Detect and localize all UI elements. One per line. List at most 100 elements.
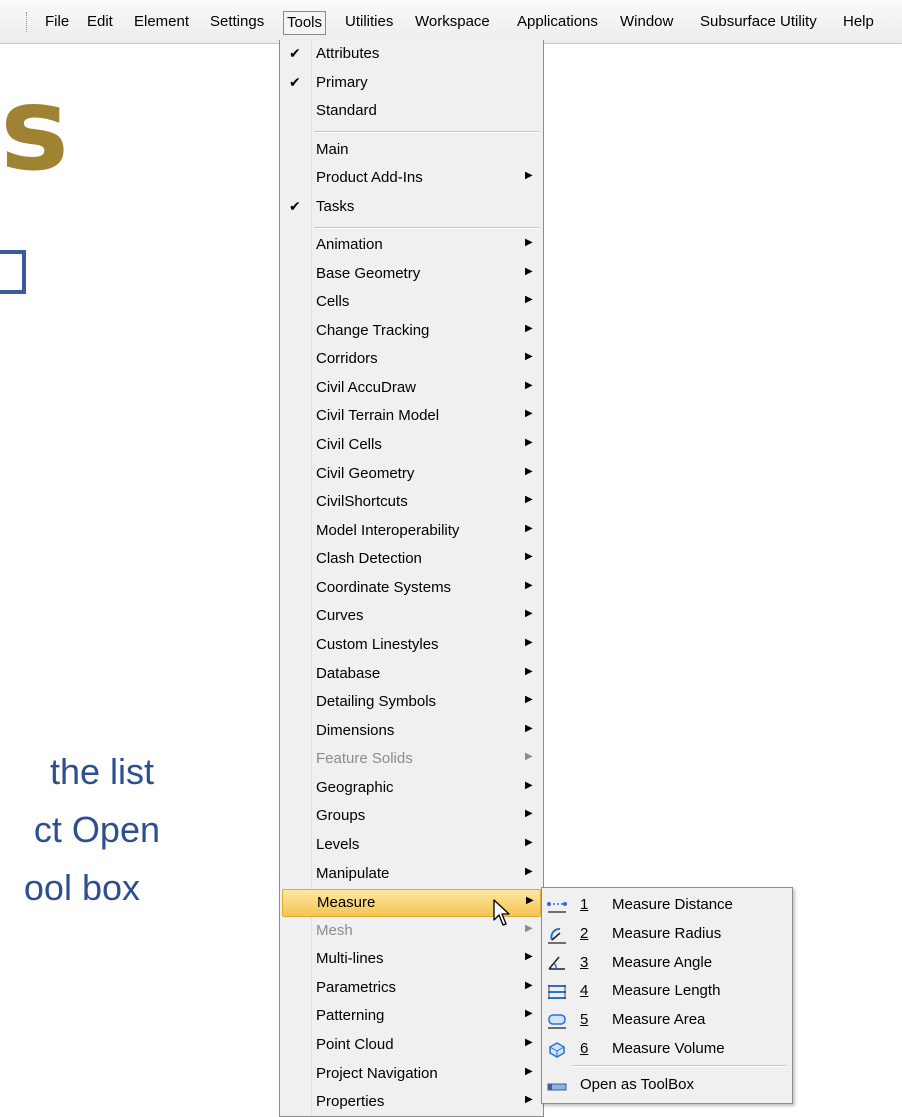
menu-item-label: Groups <box>316 807 366 825</box>
menu-item-civilshortcuts[interactable]: CivilShortcuts ▶ <box>282 489 541 517</box>
menu-item-label: Manipulate <box>316 864 390 882</box>
submenu-arrow-icon: ▶ <box>525 579 533 591</box>
menu-utilities[interactable]: Utilities <box>342 12 396 34</box>
menu-item-standard[interactable]: Standard <box>282 98 541 126</box>
menu-item-civil-accudraw[interactable]: Civil AccuDraw ▶ <box>282 375 541 403</box>
menu-item-civil-terrain-model[interactable]: Civil Terrain Model ▶ <box>282 403 541 431</box>
menu-item-product-add-ins[interactable]: Product Add-Ins ▶ <box>282 165 541 193</box>
menu-item-label: Model Interoperability <box>316 521 460 539</box>
menu-item-corridors[interactable]: Corridors ▶ <box>282 346 541 374</box>
menu-item-label: Patterning <box>316 1007 385 1025</box>
menu-item-custom-linestyles[interactable]: Custom Linestyles ▶ <box>282 632 541 660</box>
submenu-item-open-as-toolbox[interactable]: Open as ToolBox <box>544 1072 790 1100</box>
menu-item-label: Primary <box>316 74 368 91</box>
shortcut-number: 5 <box>580 1011 589 1028</box>
menu-item-label: Coordinate Systems <box>316 578 452 596</box>
menu-item-base-geometry[interactable]: Base Geometry ▶ <box>282 261 541 289</box>
menu-workspace[interactable]: Workspace <box>412 12 493 34</box>
submenu-arrow-icon: ▶ <box>525 237 533 248</box>
measure-length-icon <box>548 985 566 999</box>
menu-item-tasks[interactable]: ✔ Tasks <box>282 194 541 222</box>
check-icon: ✔ <box>289 45 301 61</box>
menu-item-project-navigation[interactable]: Project Navigation ▶ <box>282 1061 541 1089</box>
submenu-item-measure-volume[interactable]: 6 Measure Volume <box>544 1036 790 1064</box>
menu-item-clash-detection[interactable]: Clash Detection ▶ <box>282 546 541 574</box>
menu-item-database[interactable]: Database ▶ <box>282 661 541 689</box>
menu-item-change-tracking[interactable]: Change Tracking ▶ <box>282 318 541 346</box>
menu-item-detailing-symbols[interactable]: Detailing Symbols ▶ <box>282 689 541 717</box>
submenu-item-measure-area[interactable]: 5 Measure Area <box>544 1007 790 1035</box>
shortcut-number: 3 <box>580 954 589 971</box>
menu-item-main[interactable]: Main <box>282 137 541 165</box>
menubar-grip[interactable] <box>26 12 29 32</box>
submenu-item-label: Measure Distance <box>612 896 733 913</box>
menu-item-label: Animation <box>316 236 383 253</box>
submenu-arrow-icon: ▶ <box>525 522 533 534</box>
menu-item-parametrics[interactable]: Parametrics ▶ <box>282 975 541 1003</box>
menu-item-dimensions[interactable]: Dimensions ▶ <box>282 718 541 746</box>
menu-edit[interactable]: Edit <box>84 12 116 34</box>
menu-tools[interactable]: Tools <box>283 11 327 35</box>
toolbox-icon <box>547 1083 567 1091</box>
menu-window[interactable]: Window <box>617 12 676 34</box>
submenu-arrow-icon: ▶ <box>525 951 533 963</box>
menu-item-levels[interactable]: Levels ▶ <box>282 832 541 860</box>
menu-subsurface-utility[interactable]: Subsurface Utility <box>697 12 820 34</box>
menu-item-label: Database <box>316 664 381 682</box>
menu-item-civil-cells[interactable]: Civil Cells ▶ <box>282 432 541 460</box>
check-icon: ✔ <box>289 74 301 90</box>
submenu-arrow-icon: ▶ <box>525 636 533 648</box>
menu-item-multi-lines[interactable]: Multi-lines ▶ <box>282 946 541 974</box>
submenu-item-measure-length[interactable]: 4 Measure Length <box>544 978 790 1006</box>
menu-file[interactable]: File <box>42 12 72 34</box>
tools-dropdown-menu: ✔ Attributes ✔ Primary Standard Main Produ… <box>279 40 544 1117</box>
menu-item-label: Civil Terrain Model <box>316 407 440 425</box>
submenu-arrow-icon: ▶ <box>525 808 533 820</box>
submenu-item-measure-radius[interactable]: 2 Measure Radius <box>544 921 790 949</box>
menu-item-label: Feature Solids <box>316 750 413 768</box>
submenu-arrow-icon: ▶ <box>525 979 533 991</box>
menu-item-label: Base Geometry <box>316 264 421 282</box>
menu-item-civil-geometry[interactable]: Civil Geometry ▶ <box>282 461 541 489</box>
menu-item-properties[interactable]: Properties ▶ <box>282 1089 541 1117</box>
menu-item-primary[interactable]: ✔ Primary <box>282 70 541 98</box>
submenu-separator <box>572 1065 786 1067</box>
submenu-arrow-icon: ▶ <box>525 551 533 563</box>
menu-item-cells[interactable]: Cells ▶ <box>282 289 541 317</box>
measure-distance-icon <box>547 902 567 913</box>
menu-element[interactable]: Element <box>131 12 192 34</box>
submenu-arrow-icon: ▶ <box>525 408 533 420</box>
submenu-arrow-icon: ▶ <box>525 1008 533 1020</box>
menu-item-label: Properties <box>316 1093 385 1111</box>
submenu-arrow-icon: ▶ <box>525 694 533 706</box>
submenu-arrow-icon: ▶ <box>525 836 533 848</box>
menu-item-attributes[interactable]: ✔ Attributes <box>282 41 541 69</box>
menu-item-coordinate-systems[interactable]: Coordinate Systems ▶ <box>282 575 541 603</box>
slide-subheading-fragment <box>0 250 36 298</box>
slide-text-line-1: the list <box>49 751 154 792</box>
submenu-item-measure-distance[interactable]: 1 Measure Distance <box>544 892 790 920</box>
menu-settings[interactable]: Settings <box>207 12 267 34</box>
menu-item-groups[interactable]: Groups ▶ <box>282 803 541 831</box>
submenu-arrow-icon: ▶ <box>525 665 533 677</box>
menu-item-point-cloud[interactable]: Point Cloud ▶ <box>282 1032 541 1060</box>
menu-item-label: Change Tracking <box>316 321 430 339</box>
slide-text-line-3: ool box <box>23 867 140 908</box>
submenu-arrow-icon: ▶ <box>525 722 533 734</box>
submenu-arrow-icon: ▶ <box>525 922 533 934</box>
submenu-item-measure-angle[interactable]: 3 Measure Angle <box>544 950 790 978</box>
menu-item-curves[interactable]: Curves ▶ <box>282 603 541 631</box>
menu-applications[interactable]: Applications <box>514 12 601 34</box>
submenu-arrow-icon: ▶ <box>525 494 533 506</box>
menu-item-label: Civil Cells <box>316 435 382 453</box>
menu-item-label: Cells <box>316 293 350 311</box>
submenu-arrow-icon: ▶ <box>525 1036 533 1048</box>
menu-item-model-interoperability[interactable]: Model Interoperability ▶ <box>282 518 541 546</box>
menu-help[interactable]: Help <box>840 12 877 34</box>
menu-item-manipulate[interactable]: Manipulate ▶ <box>282 861 541 889</box>
submenu-arrow-icon: ▶ <box>525 265 533 277</box>
menu-item-geographic[interactable]: Geographic ▶ <box>282 775 541 803</box>
submenu-arrow-icon: ▶ <box>525 351 533 363</box>
menu-item-animation[interactable]: Animation ▶ <box>282 232 541 260</box>
menu-item-patterning[interactable]: Patterning ▶ <box>282 1003 541 1031</box>
